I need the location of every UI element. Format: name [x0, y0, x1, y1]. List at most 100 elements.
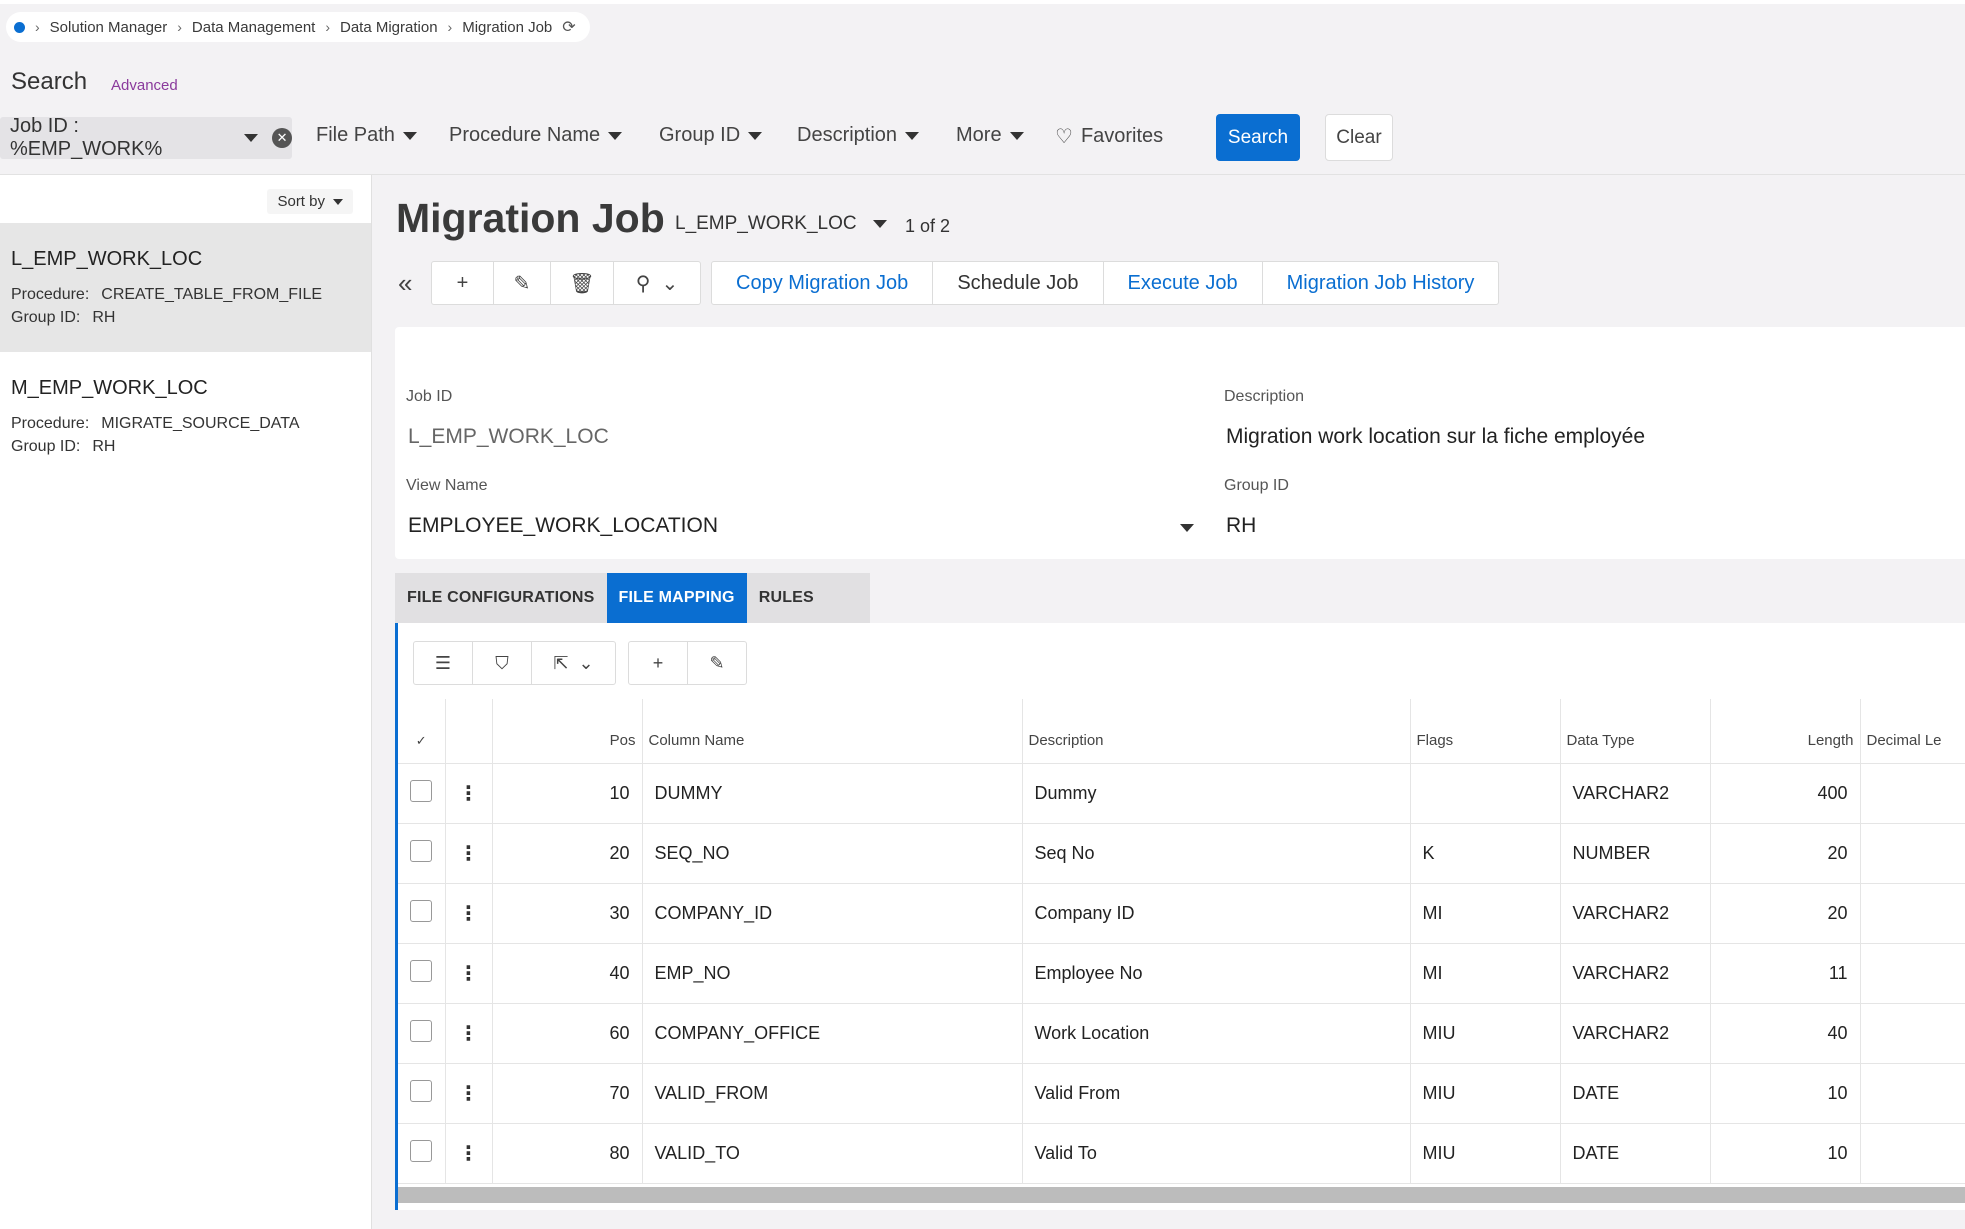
cell-data-type: DATE: [1560, 1063, 1711, 1124]
collapse-list-icon[interactable]: «: [398, 268, 412, 299]
kebab-menu-icon[interactable]: ⋮: [459, 783, 479, 805]
header-flags[interactable]: Flags: [1410, 699, 1561, 764]
list-item-procedure: Procedure: CREATE_TABLE_FROM_FILE: [11, 283, 360, 306]
cell-decimal-length: [1860, 823, 1965, 884]
cell-description: Company ID: [1022, 883, 1411, 944]
procedure-value: CREATE_TABLE_FROM_FILE: [101, 286, 323, 303]
row-checkbox[interactable]: [410, 899, 433, 922]
more-actions-icon[interactable]: ⚲ ⌄: [614, 262, 700, 304]
caret-down-icon: [748, 131, 763, 140]
cell-decimal-length: [1860, 763, 1965, 824]
clear-filter-icon[interactable]: ✕: [272, 128, 292, 148]
kebab-menu-icon[interactable]: ⋮: [459, 1023, 479, 1045]
row-checkbox[interactable]: [410, 839, 433, 862]
filter-chip-label: Job ID : %EMP_WORK%: [10, 115, 163, 160]
job-id-filter-chip[interactable]: Job ID : %EMP_WORK% ✕: [0, 115, 292, 160]
kebab-menu-icon[interactable]: ⋮: [459, 1143, 479, 1165]
favorites-button[interactable]: ♡ Favorites: [1055, 124, 1163, 149]
row-checkbox[interactable]: [410, 1019, 433, 1042]
tab-rules[interactable]: RULES: [747, 573, 870, 623]
header-description[interactable]: Description: [1022, 699, 1411, 764]
breadcrumb-item-solution-manager[interactable]: Solution Manager: [50, 19, 168, 36]
group-id-field[interactable]: RH: [1226, 514, 1256, 538]
cell-description: Valid From: [1022, 1063, 1411, 1124]
tab-file-configurations[interactable]: FILE CONFIGURATIONS: [395, 573, 607, 623]
table-row[interactable]: ⋮ 70 VALID_FROM Valid From MIU DATE 10: [398, 1063, 1965, 1124]
breadcrumb-item-data-management[interactable]: Data Management: [192, 19, 315, 36]
cell-flags: MI: [1410, 943, 1561, 1004]
header-decimal-length[interactable]: Decimal Le: [1860, 699, 1965, 764]
home-icon[interactable]: [14, 21, 25, 33]
select-all-checkbox[interactable]: ✓: [398, 699, 446, 764]
chevron-right-icon: ›: [35, 19, 40, 35]
caret-down-icon[interactable]: [1180, 524, 1194, 532]
filter-icon[interactable]: ⛉: [473, 642, 532, 684]
procedure-label: Procedure:: [11, 286, 90, 303]
breadcrumb-item-data-migration[interactable]: Data Migration: [340, 19, 438, 36]
filter-group-id[interactable]: Group ID: [659, 124, 763, 147]
list-item-title: L_EMP_WORK_LOC: [11, 248, 203, 270]
cell-description: Seq No: [1022, 823, 1411, 884]
row-checkbox[interactable]: [410, 1139, 433, 1162]
filter-more[interactable]: More: [956, 124, 1024, 147]
list-item-group: Group ID: RH: [11, 306, 360, 329]
table-row[interactable]: ⋮ 10 DUMMY Dummy VARCHAR2 400: [398, 763, 1965, 824]
view-name-field[interactable]: EMPLOYEE_WORK_LOCATION: [408, 514, 718, 538]
cell-flags: MIU: [1410, 1063, 1561, 1124]
edit-row-icon[interactable]: ✎: [688, 642, 746, 684]
cell-flags: MI: [1410, 883, 1561, 944]
description-field[interactable]: Migration work location sur la fiche emp…: [1226, 425, 1645, 449]
cell-decimal-length: [1860, 1003, 1965, 1064]
kebab-menu-icon[interactable]: ⋮: [459, 903, 479, 925]
caret-down-icon[interactable]: [244, 134, 259, 142]
cell-description: Dummy: [1022, 763, 1411, 824]
kebab-menu-icon[interactable]: ⋮: [459, 843, 479, 865]
filter-label: Group ID: [659, 124, 741, 146]
table-row[interactable]: ⋮ 30 COMPANY_ID Company ID MI VARCHAR2 2…: [398, 883, 1965, 944]
header-column-name[interactable]: Column Name: [642, 699, 1023, 764]
header-pos[interactable]: Pos: [492, 699, 643, 764]
advanced-search-link[interactable]: Advanced: [111, 77, 178, 94]
search-button[interactable]: Search: [1216, 114, 1300, 161]
sort-by-dropdown[interactable]: Sort by: [267, 189, 353, 214]
kebab-menu-icon[interactable]: ⋮: [459, 1083, 479, 1105]
add-icon[interactable]: +: [432, 262, 494, 304]
migration-job-history-button[interactable]: Migration Job History: [1263, 262, 1499, 304]
record-selector[interactable]: L_EMP_WORK_LOC: [675, 213, 887, 235]
table-row[interactable]: ⋮ 40 EMP_NO Employee No MI VARCHAR2 11: [398, 943, 1965, 1004]
group-value: RH: [92, 309, 116, 326]
filter-procedure-name[interactable]: Procedure Name: [449, 124, 623, 147]
table-row[interactable]: ⋮ 80 VALID_TO Valid To MIU DATE 10: [398, 1123, 1965, 1184]
schedule-job-button[interactable]: Schedule Job: [933, 262, 1104, 304]
copy-migration-job-button[interactable]: Copy Migration Job: [712, 262, 934, 304]
caret-down-icon: [1009, 131, 1024, 140]
grid-edit-tools: + ✎: [628, 641, 747, 685]
filter-file-path[interactable]: File Path: [316, 124, 417, 147]
header-length[interactable]: Length: [1710, 699, 1861, 764]
execute-job-button[interactable]: Execute Job: [1104, 262, 1263, 304]
row-checkbox[interactable]: [410, 1079, 433, 1102]
cell-decimal-length: [1860, 883, 1965, 944]
table-row[interactable]: ⋮ 60 COMPANY_OFFICE Work Location MIU VA…: [398, 1003, 1965, 1064]
delete-icon[interactable]: 🗑: [551, 262, 614, 304]
header-data-type[interactable]: Data Type: [1560, 699, 1711, 764]
clear-button[interactable]: Clear: [1325, 114, 1393, 161]
kebab-menu-icon[interactable]: ⋮: [459, 963, 479, 985]
tab-file-mapping[interactable]: FILE MAPPING: [606, 573, 747, 623]
row-checkbox[interactable]: [410, 959, 433, 982]
export-icon[interactable]: ⇱ ⌄: [532, 642, 615, 684]
list-item[interactable]: M_EMP_WORK_LOC Procedure: MIGRATE_SOURCE_…: [0, 352, 371, 481]
cell-length: 11: [1710, 943, 1861, 1004]
filter-description[interactable]: Description: [797, 124, 920, 147]
list-settings-icon[interactable]: ☰: [414, 642, 473, 684]
add-row-icon[interactable]: +: [629, 642, 688, 684]
refresh-icon[interactable]: ⟳: [562, 17, 575, 37]
table-row[interactable]: ⋮ 20 SEQ_NO Seq No K NUMBER 20: [398, 823, 1965, 884]
edit-icon[interactable]: ✎: [494, 262, 551, 304]
caret-down-icon: [608, 131, 623, 140]
cell-column-name: EMP_NO: [642, 943, 1023, 1004]
row-checkbox[interactable]: [410, 779, 433, 802]
list-item[interactable]: L_EMP_WORK_LOC Procedure: CREATE_TABLE_FR…: [0, 223, 371, 352]
horizontal-scrollbar[interactable]: [398, 1187, 1965, 1203]
breadcrumb: › Solution Manager › Data Management › D…: [6, 12, 590, 42]
